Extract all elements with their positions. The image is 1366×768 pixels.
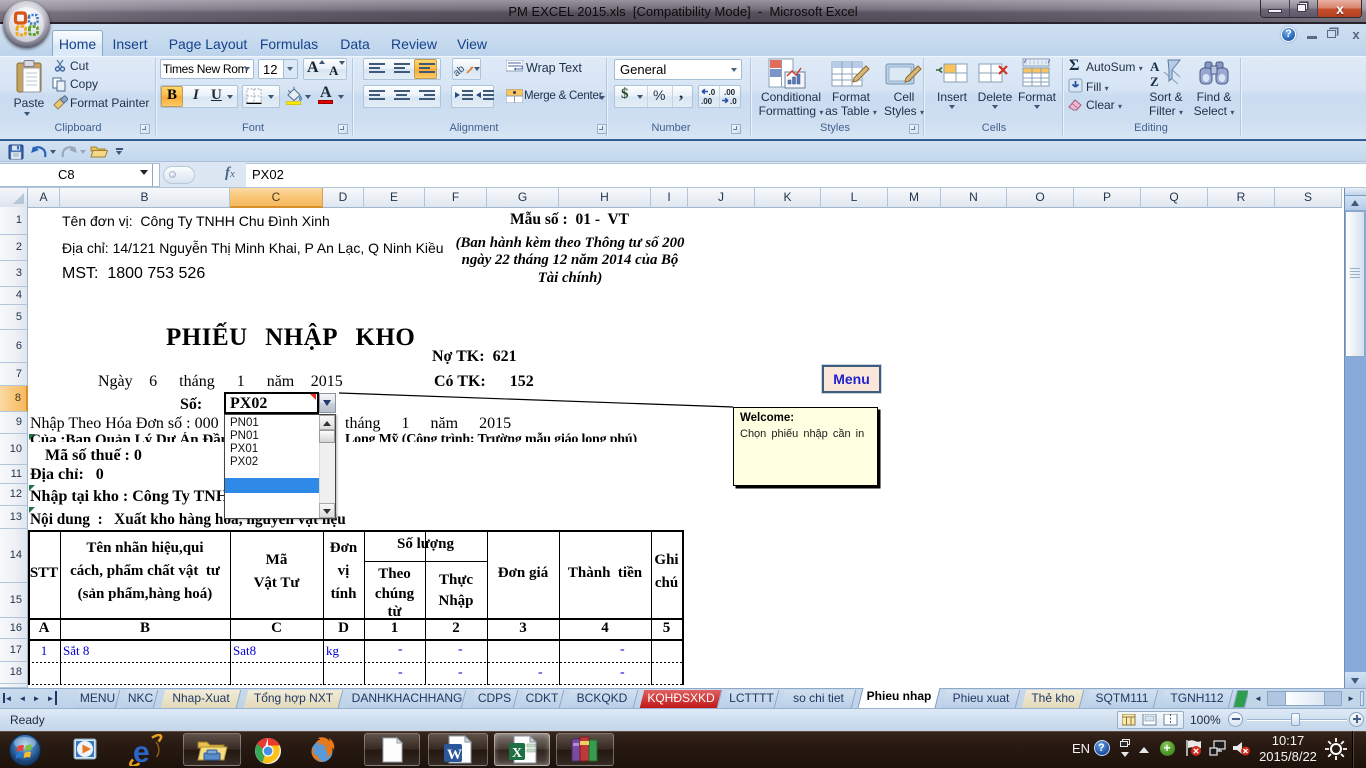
svg-text:A: A: [1150, 59, 1160, 74]
svg-text:.00: .00: [724, 88, 736, 97]
svg-text:X: X: [512, 746, 522, 761]
svg-text:.0: .0: [709, 88, 716, 97]
svg-text:e: e: [133, 736, 150, 766]
svg-text:ab: ab: [453, 63, 467, 78]
svg-text:Z: Z: [1150, 74, 1159, 89]
svg-text:.0: .0: [730, 97, 737, 106]
svg-text:.00: .00: [701, 97, 713, 106]
svg-text:W: W: [447, 747, 462, 763]
